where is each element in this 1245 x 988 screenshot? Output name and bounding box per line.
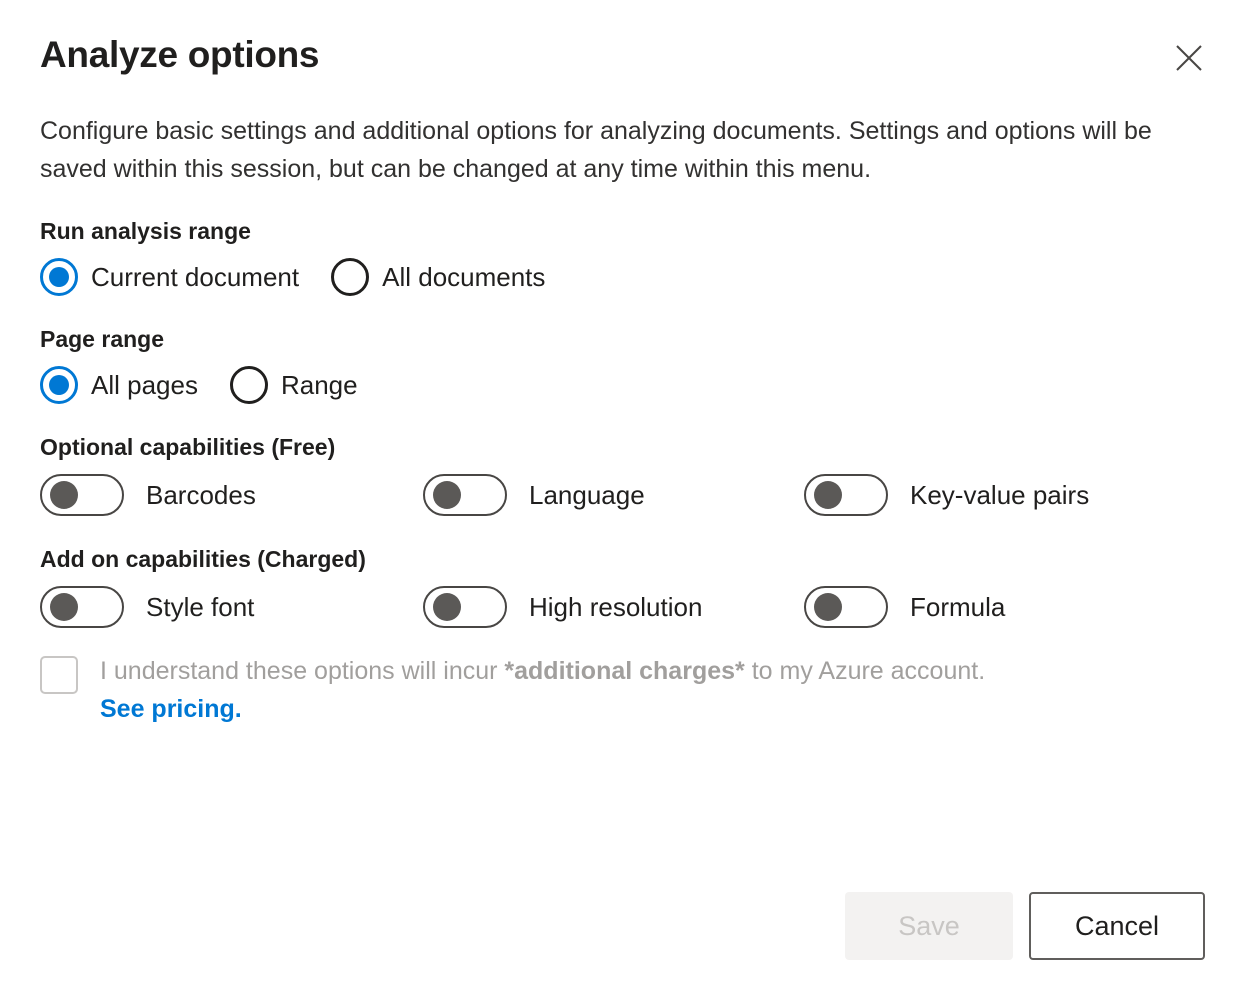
- toggle-switch-icon: [804, 586, 888, 628]
- toggle-style-font[interactable]: Style font: [40, 586, 423, 628]
- section-title-optional-capabilities: Optional capabilities (Free): [40, 432, 1205, 462]
- section-title-addon-capabilities: Add on capabilities (Charged): [40, 544, 1205, 574]
- dialog-description: Configure basic settings and additional …: [40, 78, 1200, 188]
- radio-all-documents[interactable]: All documents: [331, 258, 545, 296]
- toggle-label: Barcodes: [146, 480, 256, 510]
- toggle-label: Formula: [910, 592, 1005, 622]
- radio-mark-icon: [331, 258, 369, 296]
- toggle-label: Style font: [146, 592, 254, 622]
- see-pricing-link[interactable]: See pricing.: [100, 690, 242, 728]
- toggle-switch-icon: [423, 474, 507, 516]
- cancel-button[interactable]: Cancel: [1029, 892, 1205, 960]
- section-title-page-range: Page range: [40, 324, 1205, 354]
- radio-current-document[interactable]: Current document: [40, 258, 299, 296]
- toggle-switch-icon: [40, 586, 124, 628]
- checkbox-acknowledge-charges[interactable]: [40, 656, 78, 694]
- toggle-formula[interactable]: Formula: [804, 586, 1205, 628]
- radio-range[interactable]: Range: [230, 366, 358, 404]
- save-button[interactable]: Save: [845, 892, 1013, 960]
- radio-mark-icon: [230, 366, 268, 404]
- section-optional-capabilities: Optional capabilities (Free) Barcodes La…: [40, 404, 1205, 516]
- disclaimer-text-bold: *additional charges*: [504, 657, 744, 685]
- radio-mark-icon: [40, 366, 78, 404]
- toggle-high-resolution[interactable]: High resolution: [423, 586, 804, 628]
- page-title: Analyze options: [40, 32, 1205, 78]
- toggle-label: Key-value pairs: [910, 480, 1089, 510]
- radio-group-page-range: All pages Range: [40, 366, 1205, 404]
- radio-label: All documents: [382, 262, 545, 292]
- toggle-label: Language: [529, 480, 645, 510]
- toggle-key-value-pairs[interactable]: Key-value pairs: [804, 474, 1205, 516]
- toggle-group-optional-capabilities: Barcodes Language Key-value pairs: [40, 474, 1205, 516]
- section-title-run-analysis-range: Run analysis range: [40, 216, 1205, 246]
- radio-label: Current document: [91, 262, 299, 292]
- section-run-analysis-range: Run analysis range Current document All …: [40, 188, 1205, 296]
- disclaimer-text-before: I understand these options will incur: [100, 657, 504, 685]
- section-addon-capabilities: Add on capabilities (Charged) Style font…: [40, 516, 1205, 728]
- charges-disclaimer: I understand these options will incur *a…: [40, 628, 1205, 728]
- close-icon[interactable]: [1167, 36, 1211, 80]
- disclaimer-text: I understand these options will incur *a…: [100, 652, 985, 728]
- radio-label: All pages: [91, 370, 198, 400]
- section-page-range: Page range All pages Range: [40, 296, 1205, 404]
- disclaimer-text-after: to my Azure account.: [745, 657, 985, 685]
- dialog-header: Analyze options: [40, 0, 1205, 78]
- radio-group-run-analysis-range: Current document All documents: [40, 258, 1205, 296]
- toggle-barcodes[interactable]: Barcodes: [40, 474, 423, 516]
- radio-all-pages[interactable]: All pages: [40, 366, 198, 404]
- toggle-switch-icon: [804, 474, 888, 516]
- analyze-options-dialog: Analyze options Configure basic settings…: [0, 0, 1245, 988]
- radio-mark-icon: [40, 258, 78, 296]
- toggle-language[interactable]: Language: [423, 474, 804, 516]
- toggle-switch-icon: [423, 586, 507, 628]
- toggle-group-addon-capabilities: Style font High resolution Formula: [40, 586, 1205, 628]
- toggle-switch-icon: [40, 474, 124, 516]
- dialog-footer: Save Cancel: [845, 892, 1205, 960]
- toggle-label: High resolution: [529, 592, 702, 622]
- radio-label: Range: [281, 370, 358, 400]
